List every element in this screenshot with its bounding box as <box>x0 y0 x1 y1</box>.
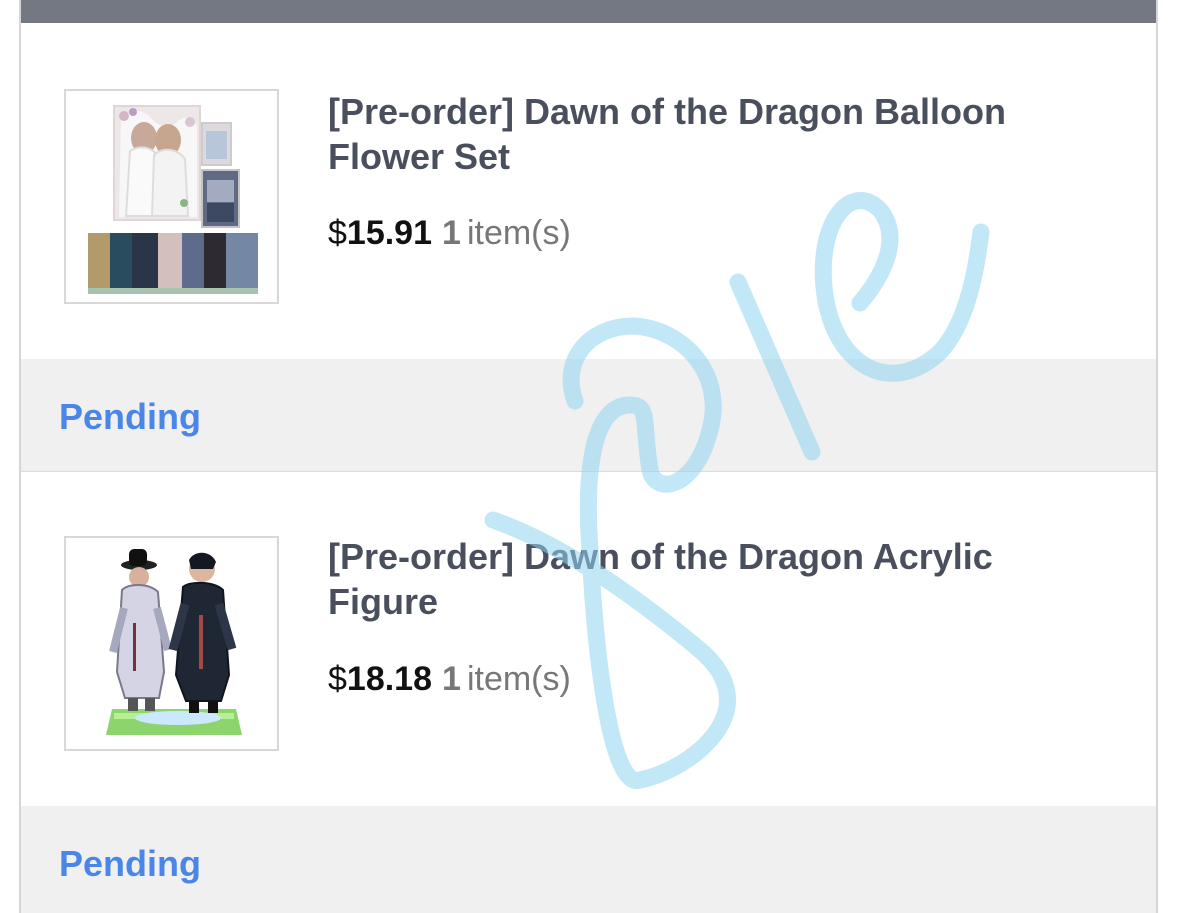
product-title[interactable]: [Pre-order] Dawn of the Dragon Balloon F… <box>328 89 1098 179</box>
currency-symbol: $ <box>328 660 347 698</box>
quantity-value: 1 <box>442 214 461 252</box>
status-pending: Pending <box>59 396 201 437</box>
quantity-unit: item(s) <box>466 214 571 252</box>
order-status-row: Pending <box>21 359 1156 473</box>
order-list-page: [Pre-order] Dawn of the Dragon Balloon F… <box>0 0 1179 913</box>
product-thumbnail[interactable] <box>64 536 279 751</box>
product-title[interactable]: [Pre-order] Dawn of the Dragon Acrylic F… <box>328 534 1098 624</box>
currency-symbol: $ <box>328 214 347 252</box>
price-line: $15.91 1 item(s) <box>328 213 571 253</box>
top-bar <box>21 0 1156 23</box>
order-item[interactable]: [Pre-order] Dawn of the Dragon Acrylic F… <box>21 472 1156 806</box>
product-thumbnail[interactable] <box>64 89 279 304</box>
order-list-card: [Pre-order] Dawn of the Dragon Balloon F… <box>19 0 1158 913</box>
quantity-unit: item(s) <box>466 660 571 698</box>
quantity-value: 1 <box>442 660 461 698</box>
status-pending: Pending <box>59 843 201 884</box>
price-amount: 18.18 <box>346 660 433 698</box>
balloon-flower-set-image <box>66 91 277 302</box>
order-status-row: Pending <box>21 806 1156 913</box>
price-line: $18.18 1 item(s) <box>328 659 571 699</box>
price-amount: 15.91 <box>346 214 433 252</box>
acrylic-figure-image <box>66 538 277 749</box>
order-item[interactable]: [Pre-order] Dawn of the Dragon Balloon F… <box>21 23 1156 359</box>
